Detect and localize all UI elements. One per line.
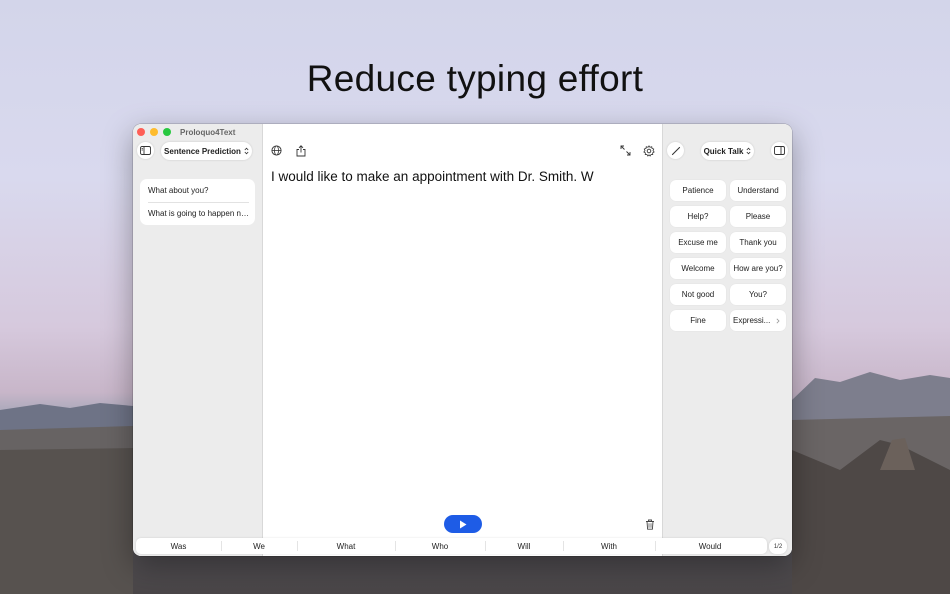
expand-icon: [620, 145, 631, 156]
fullscreen-button[interactable]: [617, 142, 634, 159]
play-icon: [460, 520, 467, 528]
quick-talk-phrase[interactable]: Not good: [670, 284, 726, 305]
speak-button[interactable]: [444, 515, 482, 533]
editor-text[interactable]: I would like to make an appointment with…: [271, 169, 594, 184]
quick-talk-folder[interactable]: Expressi...: [730, 310, 786, 331]
draw-button[interactable]: [667, 142, 684, 159]
word-prediction[interactable]: Who: [395, 538, 485, 554]
word-prediction[interactable]: Was: [136, 538, 221, 554]
quick-talk-phrase[interactable]: How are you?: [730, 258, 786, 279]
quick-talk-phrase[interactable]: Fine: [670, 310, 726, 331]
share-button[interactable]: [292, 142, 309, 159]
word-prediction[interactable]: We: [221, 538, 297, 554]
language-button[interactable]: [268, 142, 285, 159]
sentence-predictions-list: What about you? What is going to happen …: [140, 179, 255, 225]
quick-talk-phrase[interactable]: You?: [730, 284, 786, 305]
quick-talk-phrase[interactable]: Please: [730, 206, 786, 227]
prediction-mode-label: Sentence Prediction: [164, 146, 241, 156]
quick-talk-phrase[interactable]: Welcome: [670, 258, 726, 279]
sidebar-left-icon: [140, 146, 151, 155]
clear-text-button[interactable]: [641, 516, 658, 533]
quick-talk-label: Quick Talk: [703, 146, 744, 156]
window-title: Proloquo4Text: [180, 128, 236, 137]
globe-icon: [271, 145, 282, 156]
left-sidebar: Proloquo4Text Sentence Prediction What a…: [133, 124, 263, 556]
minimize-window-button[interactable]: [150, 128, 158, 136]
quick-talk-phrase[interactable]: Thank you: [730, 232, 786, 253]
quick-talk-phrase[interactable]: Excuse me: [670, 232, 726, 253]
headline: Reduce typing effort: [306, 58, 644, 99]
word-prediction[interactable]: Would: [655, 538, 765, 554]
quick-talk-phrase[interactable]: Understand: [730, 180, 786, 201]
app-window: Proloquo4Text Sentence Prediction What a…: [133, 124, 792, 556]
word-prediction[interactable]: What: [297, 538, 395, 554]
trash-icon: [645, 519, 654, 530]
window-controls: [137, 128, 171, 136]
quick-talk-folder-label: Expressi...: [733, 316, 771, 325]
chevron-updown-icon: [244, 147, 249, 155]
toggle-left-sidebar-button[interactable]: [137, 142, 154, 159]
close-window-button[interactable]: [137, 128, 145, 136]
quick-talk-phrase[interactable]: Patience: [670, 180, 726, 201]
sentence-prediction-item[interactable]: What about you?: [148, 186, 250, 195]
prediction-mode-select[interactable]: Sentence Prediction: [161, 142, 252, 160]
quick-talk-phrase[interactable]: Help?: [670, 206, 726, 227]
pen-icon: [671, 146, 680, 155]
gear-icon: [642, 144, 655, 156]
sidebar-right-icon: [774, 146, 785, 155]
toggle-right-sidebar-button[interactable]: [771, 142, 788, 159]
word-prediction[interactable]: Will: [485, 538, 563, 554]
settings-button[interactable]: [640, 142, 657, 159]
zoom-window-button[interactable]: [163, 128, 171, 136]
chevron-updown-icon: [746, 147, 751, 155]
sentence-prediction-item[interactable]: What is going to happen ne...: [148, 209, 250, 218]
prediction-page-button[interactable]: 1/2: [769, 539, 787, 554]
word-prediction[interactable]: With: [563, 538, 655, 554]
share-icon: [296, 144, 305, 156]
quick-talk-select[interactable]: Quick Talk: [701, 142, 754, 160]
divider: [148, 202, 249, 203]
word-prediction-bar: Was We What Who Will With Would: [136, 538, 767, 554]
chevron-right-icon: [776, 318, 780, 323]
